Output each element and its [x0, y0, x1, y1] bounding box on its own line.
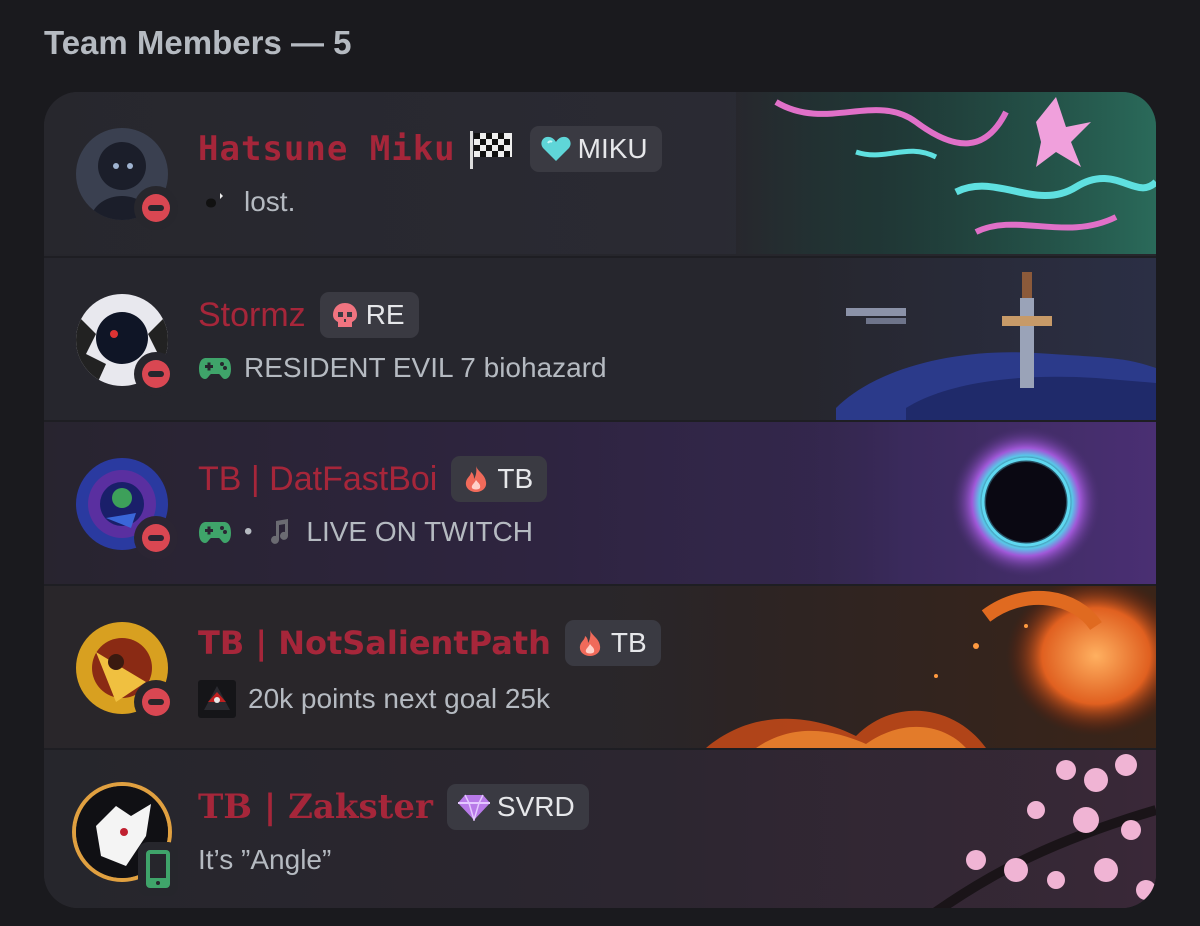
server-tag[interactable]: MIKU — [529, 126, 662, 172]
profile-banner — [736, 422, 1156, 584]
gem-icon — [457, 794, 490, 821]
server-tag[interactable]: SVRD — [446, 784, 589, 830]
member-row[interactable]: TB | Zakster SVRD It’s ”Angle” — [44, 748, 1156, 908]
name-line: Hatsune Miku MIKU — [198, 126, 662, 172]
member-name[interactable]: TB | Zakster — [198, 787, 433, 827]
activity-text: It’s ”Angle” — [198, 844, 332, 875]
profile-banner — [856, 750, 1156, 908]
avatar-wrap[interactable] — [76, 786, 178, 896]
member-list: Hatsune Miku MIKU lost. Stormz RE RESIDE… — [44, 92, 1156, 908]
gamepad-icon — [199, 522, 231, 543]
activity: 20k points next goal 25k — [198, 680, 550, 718]
dnd-status-icon — [134, 352, 178, 396]
skull-icon — [332, 303, 357, 327]
server-tag-label: TB — [610, 627, 647, 658]
member-name[interactable]: TB | DatFastBoi — [198, 460, 437, 499]
custom-emoji-icon — [198, 680, 236, 718]
server-tag-label: RE — [365, 299, 405, 330]
activity: It’s ”Angle” — [198, 844, 331, 876]
flame-icon — [579, 630, 601, 656]
dnd-status-icon — [134, 186, 178, 230]
name-line: TB | DatFastBoi TB — [198, 456, 548, 502]
activity-separator: • — [244, 518, 253, 545]
server-tag[interactable]: RE — [319, 292, 419, 338]
flame-icon — [466, 466, 487, 492]
name-line: TB | NotSalientPath TB — [198, 620, 661, 666]
profile-banner — [736, 92, 1156, 254]
activity: • LIVE ON TWITCH — [198, 516, 533, 548]
custom-emoji-icon — [206, 193, 223, 208]
activity: RESIDENT EVIL 7 biohazard — [198, 352, 607, 384]
avatar-wrap[interactable] — [76, 622, 178, 724]
name-line: TB | Zakster SVRD — [198, 784, 589, 830]
server-tag[interactable]: TB — [564, 620, 661, 666]
profile-banner — [556, 586, 1156, 748]
member-row[interactable]: Hatsune Miku MIKU lost. — [44, 92, 1156, 254]
gamepad-icon — [199, 358, 231, 379]
section-title: Team Members — 5 — [44, 24, 352, 61]
music-note-icon — [271, 519, 289, 544]
mobile-status-icon — [138, 842, 178, 896]
activity-text: LIVE ON TWITCH — [306, 516, 534, 547]
avatar-wrap[interactable] — [76, 458, 178, 560]
member-row[interactable]: TB | DatFastBoi TB • LIVE ON TWITCH — [44, 420, 1156, 584]
avatar-wrap[interactable] — [76, 128, 178, 230]
server-tag-label: SVRD — [496, 791, 575, 822]
server-tag-label: TB — [497, 463, 534, 494]
avatar-wrap[interactable] — [76, 294, 178, 396]
server-tag-label: MIKU — [577, 133, 648, 164]
server-tag[interactable]: TB — [451, 456, 548, 502]
activity-text: 20k points next goal 25k — [248, 683, 550, 714]
member-name[interactable]: TB | NotSalientPath — [198, 624, 551, 662]
profile-banner — [796, 258, 1156, 420]
activity: lost. — [198, 186, 295, 218]
activity-text: lost. — [244, 186, 296, 217]
member-name[interactable]: Hatsune Miku — [198, 129, 456, 169]
activity-text: RESIDENT EVIL 7 biohazard — [244, 352, 607, 383]
dnd-status-icon — [134, 680, 178, 724]
member-name[interactable]: Stormz — [198, 296, 306, 335]
member-row[interactable]: TB | NotSalientPath TB 20k points next g… — [44, 584, 1156, 748]
member-row[interactable]: Stormz RE RESIDENT EVIL 7 biohazard — [44, 256, 1156, 420]
checkered-flag-icon — [469, 131, 512, 169]
name-line: Stormz RE — [198, 292, 419, 338]
heart-icon — [541, 136, 571, 161]
dnd-status-icon — [134, 516, 178, 560]
